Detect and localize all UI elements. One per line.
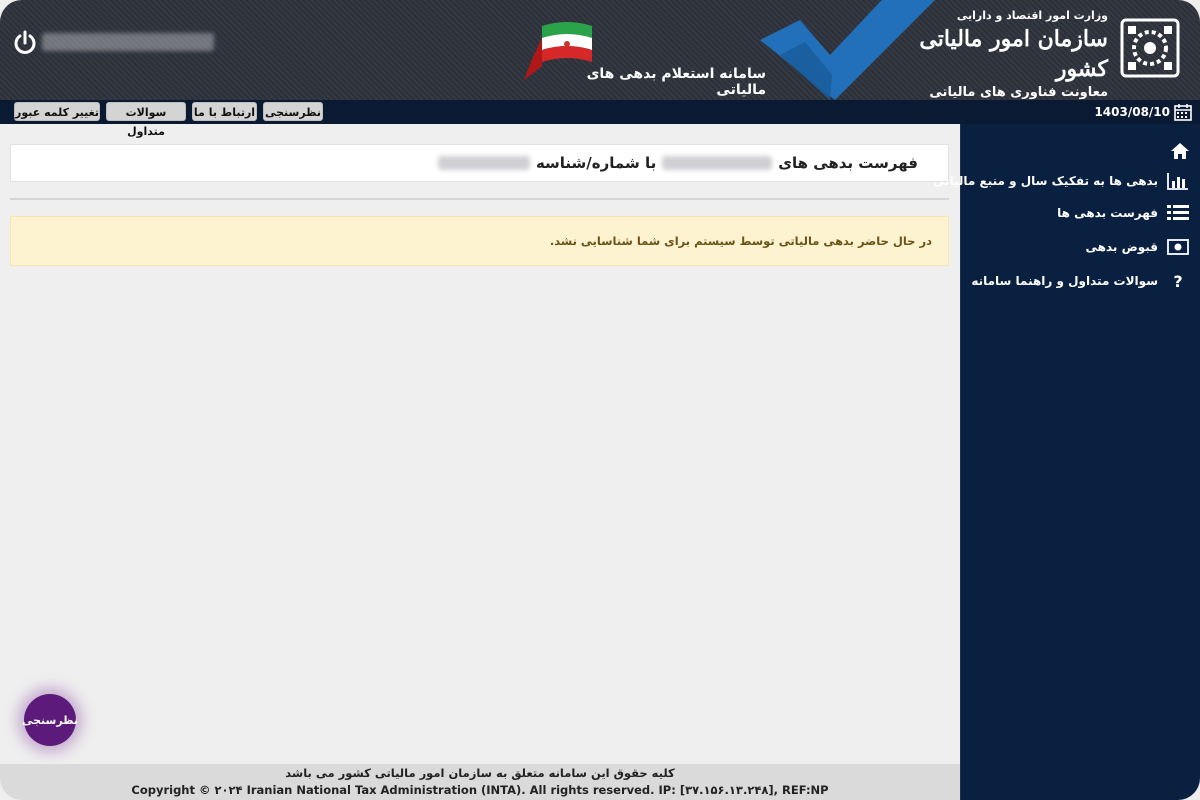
date-display: 1403/08/10 bbox=[1094, 102, 1192, 122]
id-redacted bbox=[437, 156, 530, 170]
org-block: وزارت امور اقتصاد و دارایی سازمان امور م… bbox=[888, 8, 1108, 100]
sidebar-item-debt-list[interactable]: فهرست بدهی ها bbox=[1057, 204, 1190, 222]
sidebar-item-label: قبوض بدهی bbox=[1085, 240, 1159, 254]
page: سامانه استعلام بدهی های مالیاتی وزارت ام… bbox=[0, 0, 1200, 800]
org-ministry: وزارت امور اقتصاد و دارایی bbox=[956, 9, 1108, 22]
footer-copyright: Copyright © ۲۰۲۴ Iranian National Tax Ad… bbox=[131, 783, 829, 797]
title-prefix: فهرست بدهی های bbox=[778, 154, 918, 172]
header: سامانه استعلام بدهی های مالیاتی وزارت ام… bbox=[0, 0, 1200, 100]
calendar-icon bbox=[1174, 104, 1192, 121]
sidebar-item-label: سوالات متداول و راهنما سامانه bbox=[971, 274, 1158, 288]
sidebar-item-label: فهرست بدهی ها bbox=[1057, 206, 1158, 220]
org-logo bbox=[1120, 18, 1180, 78]
info-alert: در حال حاضر بدهی مالیاتی توسط سیستم برای… bbox=[10, 216, 949, 266]
change-password-button[interactable]: تغییر کلمه عبور bbox=[14, 102, 100, 121]
sidebar: بدهی ها به تفکیک سال و منبع مالیاتی فهرس… bbox=[933, 124, 1200, 800]
footer: کلیه حقوق این سامانه متعلق به سازمان امو… bbox=[0, 764, 960, 800]
sidebar-item-faq-guide[interactable]: ? سوالات متداول و راهنما سامانه bbox=[971, 271, 1190, 291]
system-title: سامانه استعلام بدهی های مالیاتی bbox=[586, 66, 766, 98]
toolbar: تغییر کلمه عبور سوالات متداول ارتباط با … bbox=[0, 100, 1200, 138]
org-deputy: معاونت فناوری های مالیاتی bbox=[929, 85, 1108, 100]
list-icon bbox=[1166, 204, 1190, 222]
home-icon[interactable] bbox=[1170, 142, 1190, 160]
sidebar-item-label: بدهی ها به تفکیک سال و منبع مالیاتی bbox=[932, 174, 1158, 188]
bar-chart-icon bbox=[1166, 172, 1190, 190]
org-name: سازمان امور مالیاتی کشور bbox=[919, 26, 1108, 82]
contact-us-button[interactable]: ارتباط با ما bbox=[192, 102, 257, 121]
name-redacted bbox=[662, 156, 773, 170]
page-title: فهرست بدهی های با شماره/شناسه bbox=[10, 144, 949, 182]
survey-bubble-button[interactable]: نظرسنجی bbox=[22, 694, 78, 746]
date-text: 1403/08/10 bbox=[1094, 105, 1170, 119]
footer-rights: کلیه حقوق این سامانه متعلق به سازمان امو… bbox=[285, 766, 675, 780]
username-redacted bbox=[42, 33, 214, 51]
title-suffix: با شماره/شناسه bbox=[535, 154, 657, 172]
question-icon: ? bbox=[1173, 271, 1183, 291]
survey-button[interactable]: نظرسنجی bbox=[263, 102, 323, 121]
divider bbox=[10, 198, 949, 200]
alert-text: در حال حاضر بدهی مالیاتی توسط سیستم برای… bbox=[549, 234, 932, 248]
sidebar-item-debt-bills[interactable]: قبوض بدهی bbox=[1086, 238, 1191, 256]
sidebar-item-debts-by-year[interactable]: بدهی ها به تفکیک سال و منبع مالیاتی bbox=[933, 172, 1190, 190]
faq-button[interactable]: سوالات متداول bbox=[106, 102, 186, 138]
money-bill-icon bbox=[1166, 238, 1190, 256]
power-icon[interactable] bbox=[12, 30, 38, 56]
